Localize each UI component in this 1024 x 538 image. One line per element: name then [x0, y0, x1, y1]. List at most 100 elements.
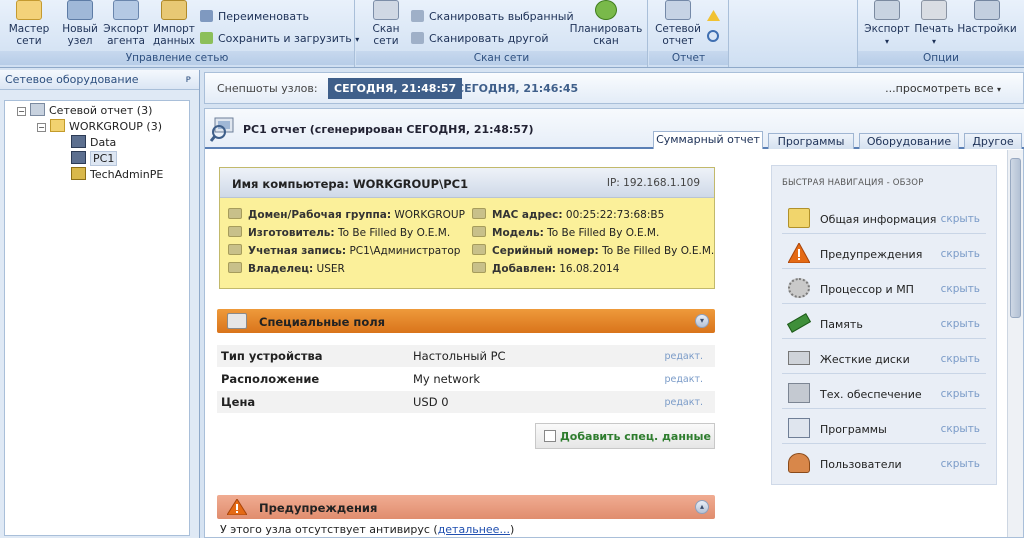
scan-icon: [373, 0, 399, 20]
snapshot-current[interactable]: СЕГОДНЯ, 21:48:57: [328, 78, 463, 99]
report-icon: [665, 0, 691, 20]
group-title: Отчет: [649, 51, 728, 65]
quick-nav-disks[interactable]: Жесткие диски скрыть: [782, 344, 986, 374]
tab-summary[interactable]: Суммарный отчет: [653, 131, 763, 149]
quick-nav-general[interactable]: Общая информация скрыть: [782, 204, 986, 234]
network-card-icon: [472, 208, 486, 219]
snapshot-previous[interactable]: СЕГОДНЯ, 21:46:45: [456, 82, 578, 95]
field-account: Учетная запись: PC1\Администратор: [228, 244, 460, 257]
ribbon: Мастер сети Новый узел Экспорт агента Им…: [0, 0, 1024, 68]
scan-selected-button[interactable]: Сканировать выбранный: [411, 10, 574, 23]
export-button[interactable]: Экспорт ▾: [863, 0, 911, 48]
search-icon[interactable]: [707, 30, 719, 42]
save-load-button[interactable]: Сохранить и загрузить ▾: [200, 32, 359, 45]
chevron-down-icon: ▾: [931, 37, 936, 46]
report-content: PC1 отчет (сгенерирован СЕГОДНЯ, 21:48:5…: [204, 108, 1024, 538]
report-search-icon: [209, 117, 234, 142]
save-icon: [200, 32, 213, 44]
hide-link[interactable]: скрыть: [941, 283, 980, 295]
scrollbar-thumb[interactable]: [1010, 158, 1021, 318]
window-icon: [788, 418, 810, 438]
settings-button[interactable]: Настройки: [956, 0, 1018, 35]
quick-nav-title: БЫСТРАЯ НАВИГАЦИЯ - ОБЗОР: [782, 178, 924, 188]
view-all-snapshots[interactable]: ...просмотреть все ▾: [885, 82, 1001, 95]
computer-name: Имя компьютера: WORKGROUP\PC1: [232, 177, 469, 191]
group-network-management: Мастер сети Новый узел Экспорт агента Им…: [0, 0, 359, 67]
left-panel-title: Сетевое оборудование ᴘ: [0, 70, 199, 90]
manufacturer-icon: [228, 226, 242, 237]
scan-other-button[interactable]: Сканировать другой: [411, 32, 549, 45]
computer-summary-card: Имя компьютера: WORKGROUP\PC1 IP: 192.16…: [219, 167, 715, 289]
chevron-down-icon: ▾: [884, 37, 889, 46]
warning-message: У этого узла отсутствует антивирус (дета…: [220, 523, 515, 536]
report-title: PC1 отчет (сгенерирован СЕГОДНЯ, 21:48:5…: [243, 123, 534, 136]
hide-link[interactable]: скрыть: [941, 318, 980, 330]
collapse-icon[interactable]: ▴: [695, 500, 709, 514]
field-added: Добавлен: 16.08.2014: [472, 262, 619, 275]
drive-icon: [227, 313, 247, 329]
tab-other[interactable]: Другое: [964, 133, 1022, 149]
tag-icon: [472, 244, 486, 255]
hide-link[interactable]: скрыть: [941, 213, 980, 225]
quick-nav-software[interactable]: Тех. обеспечение скрыть: [782, 379, 986, 409]
details-link[interactable]: детальнее...: [438, 523, 510, 536]
field-serial: Серийный номер: To Be Filled By O.E.M.: [472, 244, 714, 257]
warnings-header[interactable]: Предупреждения ▴: [217, 495, 715, 519]
computer-card-header: Имя компьютера: WORKGROUP\PC1 IP: 192.16…: [220, 168, 714, 198]
hide-link[interactable]: скрыть: [941, 423, 980, 435]
import-data-button[interactable]: Импорт данных: [151, 0, 197, 47]
quick-nav-warnings[interactable]: Предупреждения скрыть: [782, 239, 986, 269]
special-fields-header[interactable]: Специальные поля ▾: [217, 309, 715, 333]
user-icon: [228, 244, 242, 255]
quick-nav-memory[interactable]: Память скрыть: [782, 309, 986, 339]
network-report-button[interactable]: Сетевой отчет: [653, 0, 703, 47]
tree-node-data[interactable]: Data: [71, 135, 116, 151]
printer-icon: [921, 0, 947, 20]
chevron-down-icon: ▾: [996, 85, 1001, 94]
tree-node-pc1[interactable]: PC1: [71, 151, 118, 167]
pin-icon[interactable]: ᴘ: [186, 70, 191, 90]
edit-link[interactable]: редакт.: [664, 351, 703, 362]
add-custom-data-button[interactable]: Добавить спец. данные: [535, 423, 715, 449]
scan-network-button[interactable]: Скан сети: [364, 0, 408, 47]
folder-icon: [50, 119, 65, 132]
vertical-scrollbar[interactable]: [1007, 150, 1023, 537]
group-report: Сетевой отчет Отчет: [649, 0, 729, 67]
edit-link[interactable]: редакт.: [664, 397, 703, 408]
tree-node-network-report[interactable]: − Сетевой отчет (3): [17, 103, 152, 119]
clock-icon: [595, 0, 617, 20]
warning-icon: [788, 243, 810, 263]
new-node-button[interactable]: Новый узел: [58, 0, 102, 47]
hide-link[interactable]: скрыть: [941, 353, 980, 365]
export-agent-button[interactable]: Экспорт агента: [101, 0, 151, 47]
print-button[interactable]: Печать ▾: [912, 0, 956, 48]
network-wizard-button[interactable]: Мастер сети: [6, 0, 52, 47]
field-mac: MAC адрес: 00:25:22:73:68:B5: [472, 208, 664, 221]
left-panel: Сетевое оборудование ᴘ − Сетевой отчет (3…: [0, 70, 200, 538]
scan-other-icon: [411, 32, 424, 44]
computer-icon: [71, 135, 86, 148]
quick-nav-users[interactable]: Пользователи скрыть: [782, 449, 986, 479]
tab-programs[interactable]: Программы: [768, 133, 854, 149]
tree-node-techadminpe[interactable]: TechAdminPE: [71, 167, 163, 183]
quick-nav-cpu[interactable]: Процессор и МП скрыть: [782, 274, 986, 304]
tab-hardware[interactable]: Оборудование: [859, 133, 959, 149]
edit-link[interactable]: редакт.: [664, 374, 703, 385]
schedule-scan-button[interactable]: Планировать скан: [568, 0, 644, 47]
export-icon: [874, 0, 900, 20]
collapse-icon[interactable]: −: [17, 107, 26, 116]
warning-icon[interactable]: [707, 10, 720, 21]
collapse-icon[interactable]: ▾: [695, 314, 709, 328]
hide-link[interactable]: скрыть: [941, 248, 980, 260]
hide-link[interactable]: скрыть: [941, 388, 980, 400]
tree-node-workgroup[interactable]: − WORKGROUP (3): [37, 119, 162, 135]
rename-button[interactable]: Переименовать: [200, 10, 309, 23]
hard-drive-icon: [788, 351, 810, 365]
scan-selected-icon: [411, 10, 424, 22]
hide-link[interactable]: скрыть: [941, 458, 980, 470]
quick-nav-programs[interactable]: Программы скрыть: [782, 414, 986, 444]
memory-icon: [786, 313, 812, 333]
field-model: Модель: To Be Filled By O.E.M.: [472, 226, 659, 239]
snapshot-label: Снепшоты узлов:: [217, 82, 318, 95]
collapse-icon[interactable]: −: [37, 123, 46, 132]
